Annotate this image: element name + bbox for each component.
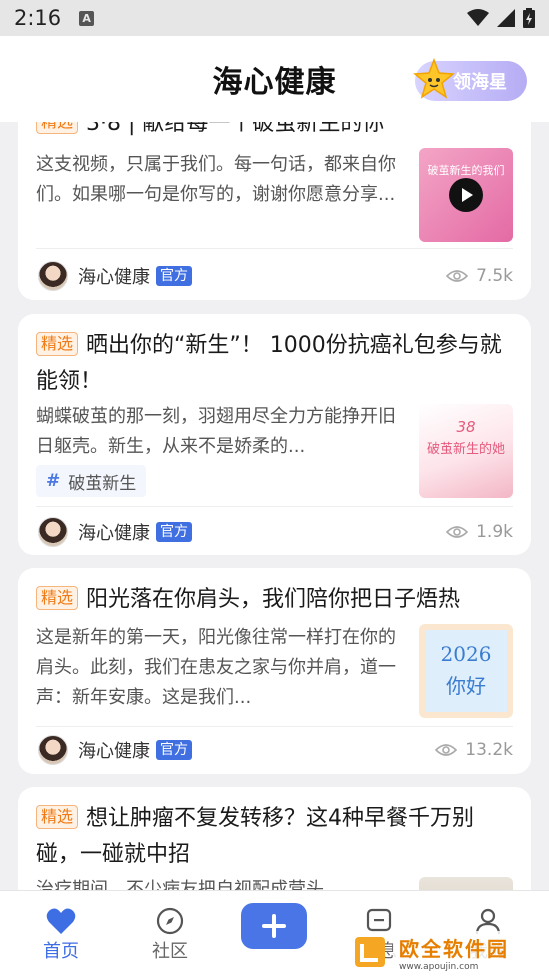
thumbnail-caption: 2026	[440, 642, 492, 666]
tab-home[interactable]: 首页	[31, 905, 91, 963]
site-watermark: 欧全软件园 www.apoujin.com	[353, 930, 543, 974]
create-post-button[interactable]	[241, 903, 307, 949]
star-mascot-icon	[413, 58, 455, 99]
tab-community[interactable]: 社区	[140, 905, 200, 963]
play-icon[interactable]	[449, 178, 483, 212]
article-title: 阳光落在你肩头，我们陪你把日子焐热	[86, 587, 461, 612]
article-title-row: 精选 想让肿瘤不复发转移？这4种早餐千万别碰，一碰就中招	[36, 801, 513, 873]
article-thumbnail[interactable]	[419, 877, 513, 890]
view-count-value: 7.5k	[476, 266, 513, 286]
article-title: 晒出你的“新生”！ 1000份抗癌礼包参与就能领！	[36, 333, 502, 394]
page-title: 海心健康	[212, 65, 337, 100]
article-card[interactable]: 精选 想让肿瘤不复发转移？这4种早餐千万别碰，一碰就中招 治疗期间，不少病友把自视…	[18, 787, 531, 890]
article-summary: 治疗期间，不少病友把自视配成营头...	[36, 879, 342, 890]
official-badge: 官方	[156, 266, 192, 286]
article-feed[interactable]: 精选 3·8 | 献给每一个破茧新生的你 这支视频，只属于我们。每一句话，都来自你…	[0, 122, 549, 890]
claim-star-button[interactable]: 领海星	[413, 58, 527, 101]
tab-community-label: 社区	[152, 941, 188, 962]
heart-icon	[46, 908, 76, 934]
status-icons	[467, 8, 535, 28]
card-divider	[36, 726, 513, 727]
article-card[interactable]: 精选 晒出你的“新生”！ 1000份抗癌礼包参与就能领！ 蝴蝶破茧的那一刻，羽翅用…	[18, 314, 531, 555]
view-count: 7.5k	[446, 266, 513, 286]
view-count: 1.9k	[446, 522, 513, 542]
thumbnail-caption: 你好	[446, 674, 486, 698]
article-title: 3·8 | 献给每一个破茧新生的你	[86, 122, 385, 136]
topic-tag[interactable]: # 破茧新生	[36, 465, 147, 497]
wifi-icon	[467, 9, 489, 26]
article-title-row: 精选 3·8 | 献给每一个破茧新生的你	[36, 122, 513, 142]
author-avatar[interactable]	[38, 517, 68, 547]
article-summary: 这支视频，只属于我们。每一句话，都来自你们。如果哪一句是你写的，谢谢你愿意分享.…	[36, 154, 396, 205]
thumbnail-caption: 破茧新生的我们	[427, 164, 505, 177]
notification-icon: A	[79, 10, 95, 26]
status-bar: 2:16 A	[0, 0, 549, 36]
app-header: 海心健康 领海星	[0, 36, 549, 122]
view-count-value: 1.9k	[476, 522, 513, 542]
author-avatar[interactable]	[38, 261, 68, 291]
article-thumbnail[interactable]: 2026 你好	[419, 624, 513, 718]
battery-icon	[523, 8, 535, 28]
watermark-url: www.apoujin.com	[399, 961, 479, 972]
card-footer: 海心健康 官方 13.2k	[38, 734, 513, 766]
view-count: 13.2k	[435, 740, 513, 760]
hashtag-icon: #	[46, 471, 61, 491]
card-footer: 海心健康 官方 1.9k	[38, 516, 513, 548]
status-time: 2:16	[14, 6, 62, 30]
card-footer: 海心健康 官方 7.5k	[38, 260, 513, 292]
watermark-logo-icon	[355, 937, 385, 967]
claim-star-label: 领海星	[453, 72, 507, 93]
article-thumbnail[interactable]: 38 破茧新生的她	[419, 404, 513, 498]
article-title-row: 精选 阳光落在你肩头，我们陪你把日子焐热	[36, 582, 513, 618]
article-card[interactable]: 精选 3·8 | 献给每一个破茧新生的你 这支视频，只属于我们。每一句话，都来自你…	[18, 122, 531, 300]
author-name[interactable]: 海心健康	[78, 737, 150, 763]
compass-icon	[156, 907, 184, 935]
article-title: 想让肿瘤不复发转移？这4种早餐千万别碰，一碰就中招	[36, 806, 475, 867]
topic-tag-label: 破茧新生	[68, 473, 137, 494]
signal-icon	[497, 9, 515, 27]
official-badge: 官方	[156, 740, 192, 760]
author-name[interactable]: 海心健康	[78, 519, 150, 545]
plus-icon	[262, 914, 286, 938]
official-badge: 官方	[156, 522, 192, 542]
thumbnail-caption: 破茧新生的她	[426, 442, 505, 457]
featured-badge: 精选	[36, 586, 79, 610]
card-divider	[36, 506, 513, 507]
eye-icon	[435, 744, 458, 756]
featured-badge: 精选	[36, 332, 79, 356]
tab-home-label: 首页	[43, 941, 79, 962]
article-title-row: 精选 晒出你的“新生”！ 1000份抗癌礼包参与就能领！	[36, 328, 513, 400]
watermark-title: 欧全软件园	[399, 936, 509, 961]
featured-badge: 精选	[36, 122, 79, 134]
featured-badge: 精选	[36, 805, 79, 829]
article-thumbnail[interactable]: 破茧新生的我们	[419, 148, 513, 242]
author-name[interactable]: 海心健康	[78, 263, 150, 289]
author-avatar[interactable]	[38, 735, 68, 765]
card-divider	[36, 248, 513, 249]
article-summary: 蝴蝶破茧的那一刻，羽翅用尽全力方能挣开旧日躯壳。新生，从来不是娇柔的...	[36, 406, 396, 457]
view-count-value: 13.2k	[465, 740, 513, 760]
article-summary: 这是新年的第一天，阳光像往常一样打在你的肩头。此刻，我们在患友之家与你并肩，道一…	[36, 627, 396, 708]
article-card[interactable]: 精选 阳光落在你肩头，我们陪你把日子焐热 这是新年的第一天，阳光像往常一样打在你的…	[18, 568, 531, 774]
eye-icon	[446, 526, 469, 538]
thumbnail-caption: 38	[456, 418, 476, 436]
eye-icon	[446, 270, 469, 282]
